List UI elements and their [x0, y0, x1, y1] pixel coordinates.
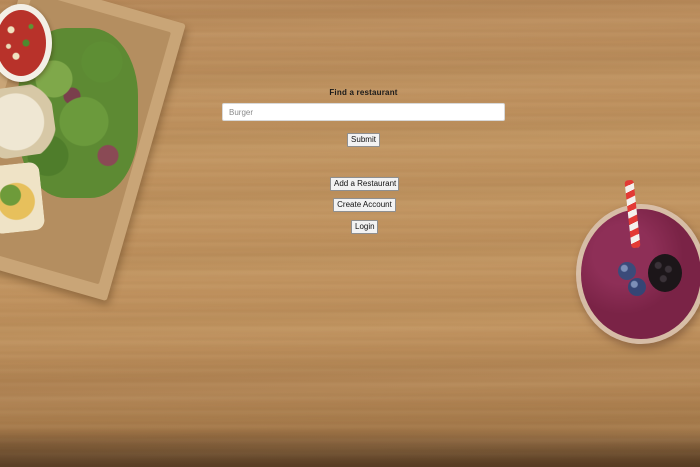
blueberry [628, 278, 646, 296]
blackberry [648, 254, 682, 292]
blueberry [618, 262, 636, 280]
login-button[interactable]: Login [351, 220, 378, 234]
search-heading: Find a restaurant [329, 88, 398, 97]
smoothie-image [576, 179, 700, 344]
create-account-button[interactable]: Create Account [333, 198, 396, 212]
add-restaurant-button[interactable]: Add a Restaurant [330, 177, 399, 191]
wrap-roll [0, 161, 46, 235]
restaurant-search-input[interactable] [222, 103, 505, 121]
food-box-image [0, 0, 186, 302]
submit-button[interactable]: Submit [347, 133, 380, 147]
table-edge-shadow [0, 427, 700, 467]
